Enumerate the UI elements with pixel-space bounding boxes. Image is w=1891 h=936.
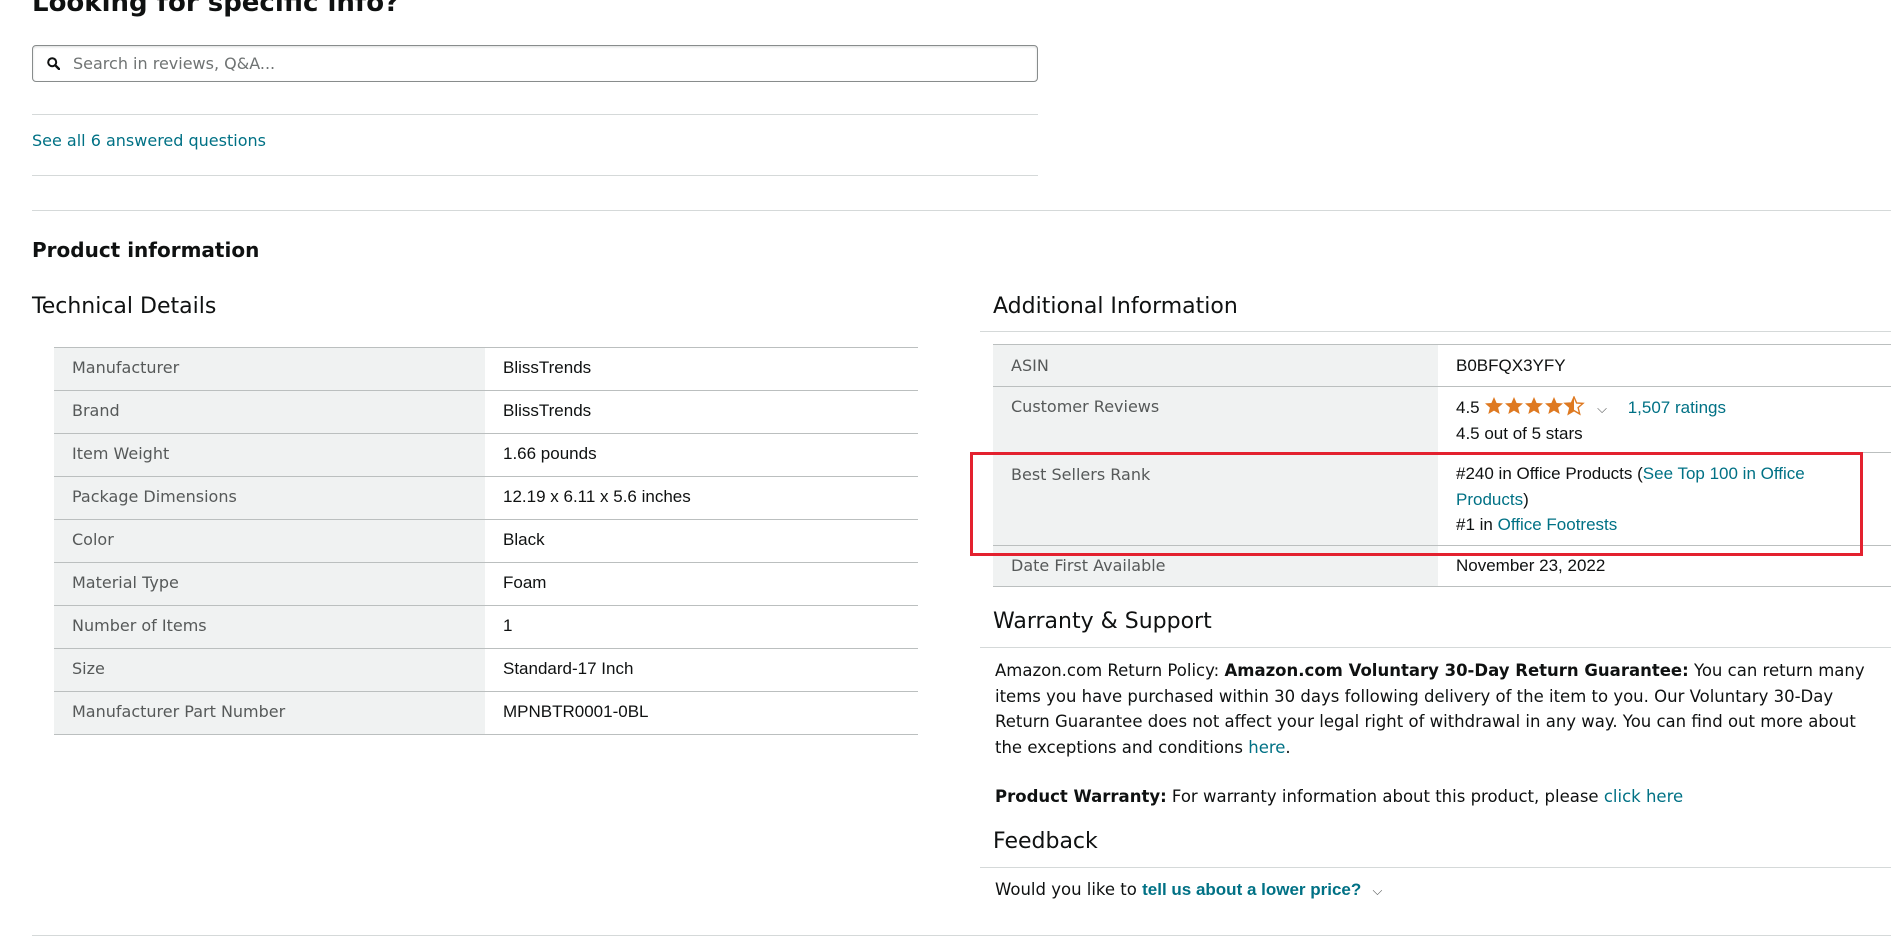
qa-heading: Looking for specific info?: [32, 0, 400, 18]
rating-text: 4.5 out of 5 stars: [1456, 424, 1583, 443]
spec-key: Manufacturer Part Number: [54, 691, 485, 735]
product-information-title: Product information: [32, 238, 260, 262]
technical-details-row: Color Black: [54, 519, 918, 563]
return-policy-end: .: [1285, 737, 1291, 757]
technical-details-row: Package Dimensions 12.19 x 6.11 x 5.6 inc…: [54, 476, 918, 520]
customer-reviews-label: Customer Reviews: [993, 386, 1438, 453]
product-warranty-text: Product Warranty: For warranty informati…: [995, 787, 1683, 806]
star-rating-icon[interactable]: [1484, 396, 1586, 416]
divider: [32, 114, 1038, 115]
spec-key: Number of Items: [54, 605, 485, 649]
return-conditions-link[interactable]: here: [1248, 738, 1285, 757]
spec-value: Foam: [485, 562, 918, 606]
star-full-icon: [1485, 397, 1504, 414]
technical-details-row: Size Standard-17 Inch: [54, 648, 918, 692]
return-policy-text: Amazon.com Return Policy: Amazon.com Vol…: [995, 658, 1880, 760]
feedback-text: Would you like to tell us about a lower …: [995, 880, 1382, 900]
technical-details-row: Item Weight 1.66 pounds: [54, 433, 918, 477]
spec-key: Material Type: [54, 562, 485, 606]
spec-key: Color: [54, 519, 485, 563]
return-guarantee-title: Amazon.com Voluntary 30-Day Return Guara…: [1224, 661, 1689, 680]
spec-value: Standard-17 Inch: [485, 648, 918, 692]
feedback-title: Feedback: [993, 829, 1098, 854]
technical-details-row: Manufacturer BlissTrends: [54, 347, 918, 391]
chevron-down-icon[interactable]: ⌵: [1597, 396, 1607, 421]
spec-value: 1: [485, 605, 918, 649]
spec-key: Size: [54, 648, 485, 692]
search-box[interactable]: [32, 45, 1038, 82]
star-full-icon: [1525, 397, 1544, 414]
technical-details-title: Technical Details: [32, 294, 217, 319]
customer-reviews-row: Customer Reviews 4.5 ⌵ 1,507 ratings 4.5: [993, 386, 1891, 453]
technical-details-row: Material Type Foam: [54, 562, 918, 606]
best-sellers-rank-highlight: [970, 452, 1863, 556]
divider: [32, 210, 1891, 211]
search-icon: [47, 57, 60, 70]
product-warranty-body: For warranty information about this prod…: [1166, 787, 1604, 806]
asin-row: ASIN B0BFQX3YFY: [993, 344, 1891, 387]
return-policy-prefix: Amazon.com Return Policy:: [995, 661, 1225, 680]
divider: [980, 867, 1891, 868]
ratings-count-link[interactable]: 1,507 ratings: [1628, 398, 1726, 417]
spec-value: BlissTrends: [485, 347, 918, 391]
star-full-icon: [1545, 397, 1564, 414]
spec-value: Black: [485, 519, 918, 563]
warranty-click-here-link[interactable]: click here: [1604, 787, 1683, 806]
divider: [32, 175, 1038, 176]
technical-details-row: Number of Items 1: [54, 605, 918, 649]
search-input[interactable]: [69, 46, 1027, 81]
feedback-prefix: Would you like to: [995, 880, 1143, 899]
additional-information-title: Additional Information: [993, 294, 1238, 319]
spec-key: Brand: [54, 390, 485, 434]
technical-details-row: Manufacturer Part Number MPNBTR0001-0BL: [54, 691, 918, 735]
asin-value: B0BFQX3YFY: [1438, 344, 1891, 387]
divider: [980, 647, 1891, 648]
spec-key: Manufacturer: [54, 347, 485, 391]
rating-value: 4.5: [1456, 398, 1480, 417]
asin-label: ASIN: [993, 344, 1438, 387]
spec-value: BlissTrends: [485, 390, 918, 434]
product-warranty-label: Product Warranty:: [995, 787, 1167, 806]
spec-key: Package Dimensions: [54, 476, 485, 520]
star-half-icon: [1564, 396, 1585, 415]
lower-price-link[interactable]: tell us about a lower price?: [1142, 880, 1361, 899]
spec-value: 12.19 x 6.11 x 5.6 inches: [485, 476, 918, 520]
chevron-down-icon[interactable]: ⌵: [1373, 884, 1383, 899]
warranty-support-title: Warranty & Support: [993, 609, 1212, 634]
customer-reviews-value: 4.5 ⌵ 1,507 ratings 4.5 out of 5 stars: [1438, 386, 1891, 453]
spec-key: Item Weight: [54, 433, 485, 477]
technical-details-row: Brand BlissTrends: [54, 390, 918, 434]
spec-value: MPNBTR0001-0BL: [485, 691, 918, 735]
see-all-questions-link[interactable]: See all 6 answered questions: [32, 131, 266, 150]
star-full-icon: [1505, 397, 1524, 414]
technical-details-table: Manufacturer BlissTrends Brand BlissTrends I…: [54, 347, 918, 735]
divider: [980, 331, 1891, 332]
spec-value: 1.66 pounds: [485, 433, 918, 477]
